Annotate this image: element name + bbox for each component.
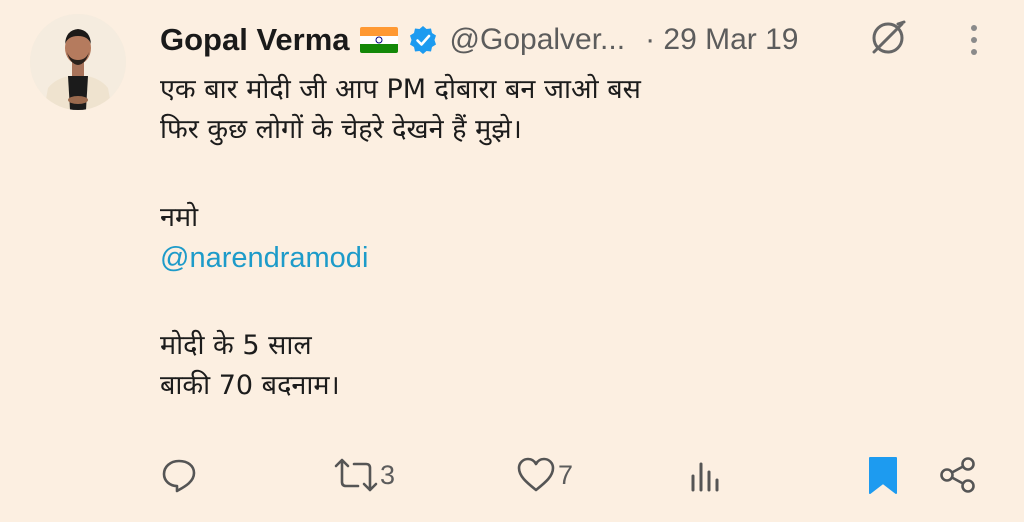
mention-link[interactable]: @narendramodi	[160, 238, 980, 278]
bookmark-button[interactable]	[866, 450, 900, 500]
verified-badge-icon	[408, 25, 438, 55]
tweet-text-line: नमो	[160, 202, 199, 233]
grok-icon[interactable]	[866, 16, 910, 60]
heart-icon	[517, 457, 555, 492]
india-flag-icon	[359, 27, 398, 53]
like-count: 7	[558, 459, 574, 490]
tweet-text-line: बाकी 70 बदनाम।	[160, 370, 340, 401]
tweet-header: Gopal Verma @Gopalver... · 29 Mar 19	[160, 18, 798, 62]
action-bar: 3 7	[0, 450, 1024, 500]
bookmark-icon	[869, 457, 897, 494]
share-icon	[940, 457, 975, 493]
share-button[interactable]	[938, 450, 978, 500]
tweet-text-line: फिर कुछ लोगों के चेहरे देखने हैं मुझे।	[160, 114, 522, 145]
retweet-button[interactable]: 3	[334, 450, 395, 500]
author-name[interactable]: Gopal Verma	[160, 22, 350, 58]
tweet[interactable]: Gopal Verma @Gopalver... · 29 Mar 19 एक …	[0, 0, 1024, 522]
retweet-icon	[334, 458, 378, 492]
tweet-date[interactable]: · 29 Mar 19	[645, 23, 798, 57]
tweet-text-line: मोदी के 5 साल	[160, 330, 312, 361]
author-handle[interactable]: @Gopalver...	[450, 23, 626, 57]
retweet-count: 3	[380, 459, 396, 490]
like-button[interactable]: 7	[516, 450, 573, 500]
reply-icon	[162, 459, 196, 493]
avatar[interactable]	[30, 14, 126, 110]
tweet-text: एक बार मोदी जी आप PM दोबारा बन जाओ बस फि…	[160, 70, 980, 406]
reply-button[interactable]	[160, 450, 200, 500]
views-button[interactable]	[688, 450, 724, 500]
tweet-text-line: एक बार मोदी जी आप PM दोबारा बन जाओ बस	[160, 74, 641, 105]
views-icon	[691, 462, 719, 492]
more-vertical-icon[interactable]	[962, 20, 986, 60]
